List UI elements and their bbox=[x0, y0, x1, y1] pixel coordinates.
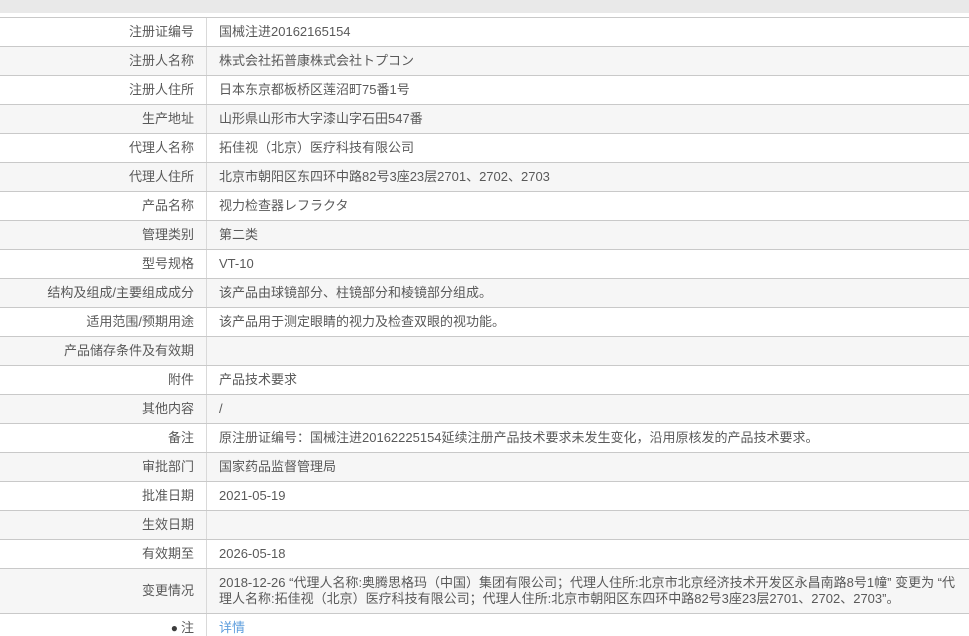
table-row-note: ● 注 详情 bbox=[0, 614, 969, 636]
row-value: 拓佳视（北京）医疗科技有限公司 bbox=[219, 140, 415, 155]
top-bar bbox=[0, 0, 969, 13]
row-value: 国家药品监督管理局 bbox=[219, 459, 337, 474]
row-value: 该产品用于测定眼睛的视力及检查双眼的视功能。 bbox=[219, 314, 506, 329]
table-row-change-history: 变更情况 2018-12-26 “代理人名称:奥腾思格玛（中国）集团有限公司；代… bbox=[0, 569, 969, 614]
table-row: 型号规格 VT-10 bbox=[0, 250, 969, 279]
row-label: ● 注 bbox=[0, 614, 207, 636]
row-value: 原注册证编号：国械注进20162225154延续注册产品技术要求未发生变化，沿用… bbox=[219, 430, 819, 445]
row-value: 详情 bbox=[207, 614, 969, 636]
table-row: 附件 产品技术要求 bbox=[0, 366, 969, 395]
row-value bbox=[207, 337, 969, 365]
row-label: 产品名称 bbox=[0, 192, 207, 220]
row-value: 日本东京都板桥区莲沼町75番1号 bbox=[219, 82, 410, 97]
row-label: 注册证编号 bbox=[0, 18, 207, 46]
row-value: 国械注进20162165154 bbox=[219, 24, 351, 39]
row-value: 2026-05-18 bbox=[219, 546, 286, 561]
row-label: 注册人住所 bbox=[0, 76, 207, 104]
row-label: 代理人名称 bbox=[0, 134, 207, 162]
row-label: 适用范围/预期用途 bbox=[0, 308, 207, 336]
table-row: 管理类别 第二类 bbox=[0, 221, 969, 250]
table-row: 注册证编号 国械注进20162165154 bbox=[0, 18, 969, 47]
table-row: 生产地址 山形県山形市大字漆山字石田547番 bbox=[0, 105, 969, 134]
row-value: 视力检查器レフラクタ bbox=[219, 198, 349, 213]
row-label: 注册人名称 bbox=[0, 47, 207, 75]
row-value bbox=[207, 511, 969, 539]
row-value: 该产品由球镜部分、柱镜部分和棱镜部分组成。 bbox=[219, 285, 493, 300]
row-label: 管理类别 bbox=[0, 221, 207, 249]
table-row: 有效期至 2026-05-18 bbox=[0, 540, 969, 569]
table-row: 生效日期 bbox=[0, 511, 969, 540]
table-row: 代理人名称 拓佳视（北京）医疗科技有限公司 bbox=[0, 134, 969, 163]
note-bullet-icon: ● bbox=[170, 621, 178, 635]
table-row: 其他内容 / bbox=[0, 395, 969, 424]
table-row: 产品储存条件及有效期 bbox=[0, 337, 969, 366]
row-label: 批准日期 bbox=[0, 482, 207, 510]
table-row: 备注 原注册证编号：国械注进20162225154延续注册产品技术要求未发生变化… bbox=[0, 424, 969, 453]
row-label: 附件 bbox=[0, 366, 207, 394]
row-label: 变更情况 bbox=[0, 569, 207, 613]
table-row: 审批部门 国家药品监督管理局 bbox=[0, 453, 969, 482]
registration-info-table: 注册证编号 国械注进20162165154 注册人名称 株式会社拓普康株式会社ト… bbox=[0, 17, 969, 636]
row-value: 山形県山形市大字漆山字石田547番 bbox=[219, 111, 423, 126]
row-label: 产品储存条件及有效期 bbox=[0, 337, 207, 365]
row-value: / bbox=[219, 401, 223, 416]
table-row: 适用范围/预期用途 该产品用于测定眼睛的视力及检查双眼的视功能。 bbox=[0, 308, 969, 337]
table-row: 注册人住所 日本东京都板桥区莲沼町75番1号 bbox=[0, 76, 969, 105]
row-label: 备注 bbox=[0, 424, 207, 452]
row-label: 代理人住所 bbox=[0, 163, 207, 191]
row-value: 株式会社拓普康株式会社トプコン bbox=[219, 53, 415, 68]
row-value: 2018-12-26 “代理人名称:奥腾思格玛（中国）集团有限公司；代理人住所:… bbox=[219, 575, 956, 606]
row-label: 结构及组成/主要组成成分 bbox=[0, 279, 207, 307]
row-label: 生产地址 bbox=[0, 105, 207, 133]
table-row: 注册人名称 株式会社拓普康株式会社トプコン bbox=[0, 47, 969, 76]
row-label: 审批部门 bbox=[0, 453, 207, 481]
row-label-text: 注 bbox=[180, 620, 194, 635]
row-value: VT-10 bbox=[219, 256, 254, 271]
row-label: 有效期至 bbox=[0, 540, 207, 568]
table-row: 代理人住所 北京市朝阳区东四环中路82号3座23层2701、2702、2703 bbox=[0, 163, 969, 192]
table-row: 批准日期 2021-05-19 bbox=[0, 482, 969, 511]
row-label: 其他内容 bbox=[0, 395, 207, 423]
row-value: 第二类 bbox=[219, 227, 259, 242]
row-value: 产品技术要求 bbox=[219, 372, 298, 387]
row-label: 生效日期 bbox=[0, 511, 207, 539]
table-row: 结构及组成/主要组成成分 该产品由球镜部分、柱镜部分和棱镜部分组成。 bbox=[0, 279, 969, 308]
table-row: 产品名称 视力检查器レフラクタ bbox=[0, 192, 969, 221]
row-label: 型号规格 bbox=[0, 250, 207, 278]
row-value: 北京市朝阳区东四环中路82号3座23层2701、2702、2703 bbox=[219, 169, 550, 184]
details-link[interactable]: 详情 bbox=[219, 620, 245, 636]
row-value: 2021-05-19 bbox=[219, 488, 286, 503]
